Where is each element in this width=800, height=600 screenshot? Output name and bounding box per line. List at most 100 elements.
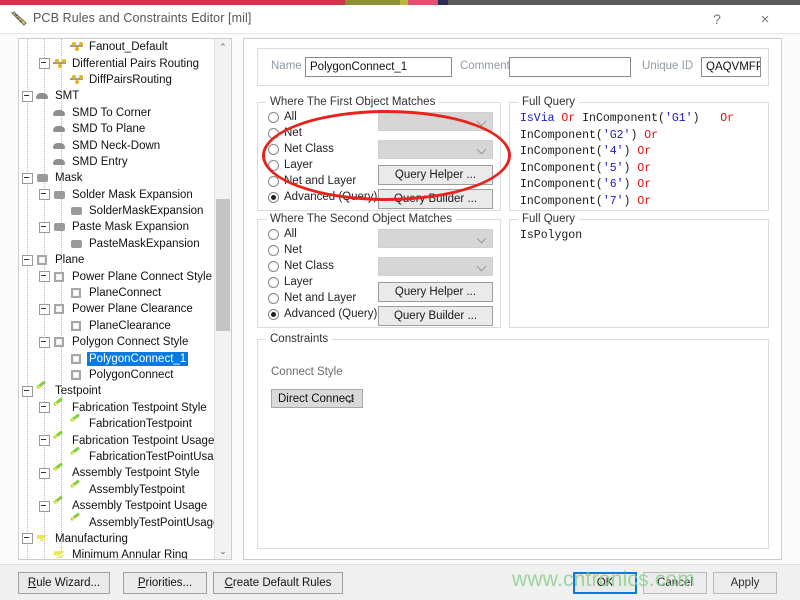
tree-item[interactable]: Assembly Testpoint Usage (19, 498, 215, 514)
tree-item[interactable]: PolygonConnect (19, 367, 215, 383)
tree-expander-minus[interactable] (39, 501, 50, 512)
first-object-radio-net-and-layer[interactable]: Net and Layer (268, 175, 356, 187)
tree-item[interactable]: Power Plane Connect Style (19, 268, 215, 284)
tree-item[interactable]: Minimum Annular Ring (19, 547, 215, 559)
cancel-button[interactable]: Cancel (643, 572, 707, 594)
scroll-up-icon[interactable]: ⌃ (215, 39, 231, 55)
tree-expander-minus[interactable] (39, 468, 50, 479)
second-query-helper-button[interactable]: Query Helper ... (378, 282, 493, 302)
help-button[interactable]: ? (696, 7, 738, 31)
plane-icon (53, 303, 67, 315)
first-net-class-combo[interactable] (378, 140, 493, 159)
tree-expander-minus[interactable] (39, 58, 50, 69)
radio-label: Net (284, 244, 302, 256)
tree-expander-minus[interactable] (39, 189, 50, 200)
ok-button[interactable]: OK (573, 572, 637, 594)
tree-item[interactable]: Fanout_Default (19, 39, 215, 55)
tree-item[interactable]: Manufacturing (19, 531, 215, 547)
tree-item[interactable]: PlaneClearance (19, 318, 215, 334)
tree-item[interactable]: FabricationTestpoint (19, 416, 215, 432)
radio-label: Net (284, 127, 302, 139)
query-token: InComponent( (520, 145, 603, 158)
apply-button[interactable]: Apply (713, 572, 777, 594)
tree-item[interactable]: Polygon Connect Style (19, 334, 215, 350)
second-object-radio-net-class[interactable]: Net Class (268, 260, 334, 272)
tree-item[interactable]: AssemblyTestpoint (19, 482, 215, 498)
create-default-rules-button[interactable]: Create Default Rules (213, 572, 343, 594)
tree-expander-minus[interactable] (22, 255, 33, 266)
tree-item[interactable]: Fabrication Testpoint Style (19, 400, 215, 416)
tree-item[interactable]: Mask (19, 170, 215, 186)
first-query-helper-button[interactable]: Query Helper ... (378, 165, 493, 185)
tree-expander-minus[interactable] (39, 304, 50, 315)
second-object-radio-advanced-query[interactable]: Advanced (Query) (268, 308, 377, 320)
tree-item[interactable]: PlaneConnect (19, 285, 215, 301)
tree-item[interactable]: PasteMaskExpansion (19, 236, 215, 252)
first-object-radio-net[interactable]: Net (268, 127, 302, 139)
first-object-radio-layer[interactable]: Layer (268, 159, 313, 171)
query-token: ) (624, 178, 638, 191)
smt-icon (53, 107, 67, 119)
first-net-combo[interactable] (378, 112, 493, 131)
rule-wizard-button[interactable]: Rule Wizard... (18, 572, 110, 594)
tree-item[interactable]: Differential Pairs Routing (19, 55, 215, 71)
rules-tree[interactable]: Fanout_DefaultDifferential Pairs Routing… (19, 39, 215, 559)
unique-id-input[interactable]: QAQVMFPX (701, 57, 761, 77)
tree-item[interactable]: Plane (19, 252, 215, 268)
second-net-combo[interactable] (378, 229, 493, 248)
second-object-radio-all[interactable]: All (268, 228, 297, 240)
tree-item[interactable]: PolygonConnect_1 (19, 350, 215, 366)
tree-scrollbar[interactable]: ⌃ ⌄ (214, 39, 231, 559)
tree-item[interactable]: SolderMaskExpansion (19, 203, 215, 219)
second-object-radio-layer[interactable]: Layer (268, 276, 313, 288)
rules-tree-panel[interactable]: Fanout_DefaultDifferential Pairs Routing… (18, 38, 232, 560)
name-input[interactable]: PolygonConnect_1 (305, 57, 452, 77)
tree-item[interactable]: Solder Mask Expansion (19, 187, 215, 203)
second-query-builder-button[interactable]: Query Builder ... (378, 306, 493, 326)
close-icon[interactable]: × (744, 7, 786, 31)
tree-item-label: Paste Mask Expansion (70, 220, 191, 234)
query-token: Or (637, 195, 651, 208)
scrollbar-thumb[interactable] (216, 199, 230, 331)
tree-item[interactable]: Power Plane Clearance (19, 301, 215, 317)
title-bar: PCB Rules and Constraints Editor [mil] ?… (0, 5, 800, 33)
connect-style-select[interactable]: Direct Connect (271, 389, 363, 408)
comment-input[interactable] (509, 57, 631, 77)
priorities-mnemonic: P (138, 577, 146, 589)
tree-item[interactable]: SMD To Plane (19, 121, 215, 137)
second-full-query-text[interactable]: IsPolygon (520, 228, 582, 245)
first-query-builder-button[interactable]: Query Builder ... (378, 189, 493, 209)
radio-label: Net Class (284, 143, 334, 155)
second-object-radio-net[interactable]: Net (268, 244, 302, 256)
tree-item[interactable]: SMD Entry (19, 154, 215, 170)
tree-item[interactable]: FabricationTestPointUsage (19, 449, 215, 465)
tree-item[interactable]: Assembly Testpoint Style (19, 465, 215, 481)
tree-item[interactable]: Testpoint (19, 383, 215, 399)
tree-item[interactable]: SMT (19, 88, 215, 104)
first-object-radio-net-class[interactable]: Net Class (268, 143, 334, 155)
tree-item[interactable]: SMD To Corner (19, 105, 215, 121)
first-full-query-text[interactable]: IsVia Or InComponent('G1') OrInComponent… (520, 111, 734, 210)
tree-expander-minus[interactable] (22, 91, 33, 102)
second-object-radio-net-and-layer[interactable]: Net and Layer (268, 292, 356, 304)
first-object-radio-advanced-query[interactable]: Advanced (Query) (268, 191, 377, 203)
first-object-radio-all[interactable]: All (268, 111, 297, 123)
tree-item[interactable]: AssemblyTestPointUsage (19, 514, 215, 530)
tree-expander-minus[interactable] (39, 222, 50, 233)
second-net-class-combo[interactable] (378, 257, 493, 276)
tree-expander-minus[interactable] (39, 435, 50, 446)
tree-expander-minus[interactable] (39, 337, 50, 348)
tree-item[interactable]: SMD Neck-Down (19, 137, 215, 153)
tree-item[interactable]: Fabrication Testpoint Usage (19, 432, 215, 448)
plane-icon (36, 254, 50, 266)
priorities-button[interactable]: Priorities... (123, 572, 207, 594)
tree-expander-minus[interactable] (22, 173, 33, 184)
tree-item[interactable]: DiffPairsRouting (19, 72, 215, 88)
tree-expander-minus[interactable] (22, 386, 33, 397)
tree-item[interactable]: Paste Mask Expansion (19, 219, 215, 235)
tree-item-label: DiffPairsRouting (87, 73, 174, 87)
tree-expander-minus[interactable] (39, 402, 50, 413)
tree-expander-minus[interactable] (39, 271, 50, 282)
tree-expander-minus[interactable] (22, 533, 33, 544)
scroll-down-icon[interactable]: ⌄ (215, 543, 231, 559)
